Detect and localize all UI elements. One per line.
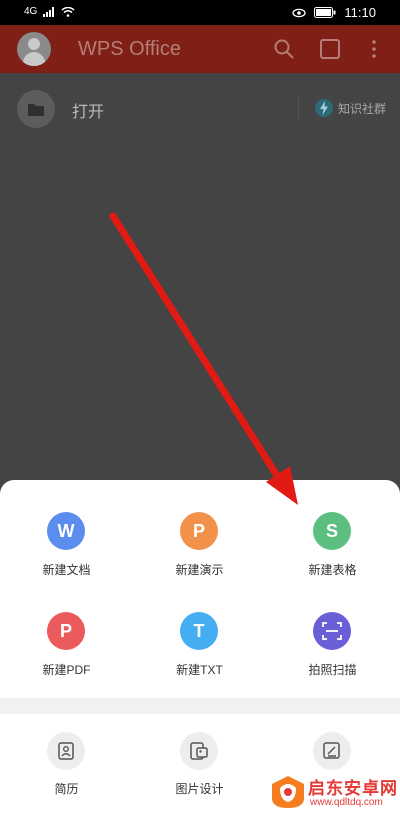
image-design-label: 图片设计 (175, 782, 224, 796)
status-bar: 4G 11:10 (0, 0, 400, 25)
status-right: 11:10 (292, 5, 376, 20)
folder-icon (17, 90, 55, 128)
spreadsheet-icon: S (313, 512, 351, 550)
watermark: 启东安卓网 www.qdltdq.com (270, 770, 400, 816)
new-txt-button[interactable]: T 新建TXT (133, 580, 266, 680)
network-type: 4G (24, 6, 38, 17)
select-icon[interactable] (318, 37, 342, 61)
new-file-sheet: W 新建文档 P 新建演示 S 新建表格 P 新建PDF T 新建TXT 拍照扫… (0, 480, 400, 816)
new-file-grid: W 新建文档 P 新建演示 S 新建表格 P 新建PDF T 新建TXT 拍照扫… (0, 480, 400, 698)
resume-button[interactable]: 简历 (0, 714, 133, 814)
watermark-logo-icon (272, 776, 304, 808)
resume-icon (47, 732, 85, 770)
edit-document-icon (313, 732, 351, 770)
eye-icon (292, 8, 307, 17)
divider (0, 698, 400, 714)
watermark-title: 启东安卓网 (308, 779, 398, 798)
image-design-button[interactable]: 图片设计 (133, 714, 266, 814)
battery-icon (314, 7, 336, 18)
new-pdf-label: 新建PDF (42, 663, 91, 677)
new-presentation-button[interactable]: P 新建演示 (133, 480, 266, 580)
pdf-icon: P (47, 612, 85, 650)
new-document-label: 新建文档 (42, 563, 91, 577)
knowledge-community-button[interactable]: 知识社群 (297, 94, 386, 122)
new-txt-label: 新建TXT (176, 663, 223, 677)
watermark-url: www.qdltdq.com (310, 797, 383, 808)
new-spreadsheet-label: 新建表格 (308, 563, 357, 577)
avatar[interactable] (17, 32, 51, 66)
dimmed-content (0, 73, 400, 480)
new-document-button[interactable]: W 新建文档 (0, 480, 133, 580)
knowledge-label: 知识社群 (337, 101, 386, 116)
photo-scan-label: 拍照扫描 (308, 663, 357, 677)
txt-icon: T (180, 612, 218, 650)
clock: 11:10 (344, 5, 376, 20)
more-icon[interactable] (362, 37, 386, 61)
word-icon: W (47, 512, 85, 550)
scan-icon (313, 612, 351, 650)
lightning-icon (314, 99, 333, 117)
new-spreadsheet-button[interactable]: S 新建表格 (266, 480, 399, 580)
app-bar: WPS Office (0, 25, 400, 73)
signal-indicators: 4G (24, 6, 75, 17)
open-row[interactable]: 打开 知识社群 (0, 85, 400, 131)
app-title: WPS Office (78, 38, 181, 60)
resume-label: 简历 (54, 782, 79, 796)
presentation-icon: P (180, 512, 218, 550)
new-presentation-label: 新建演示 (175, 563, 224, 577)
wifi-icon (61, 6, 75, 17)
photo-scan-button[interactable]: 拍照扫描 (266, 580, 399, 680)
new-pdf-button[interactable]: P 新建PDF (0, 580, 133, 680)
signal-icon (43, 6, 55, 17)
open-label: 打开 (72, 104, 105, 121)
search-icon[interactable] (272, 37, 296, 61)
image-design-icon (180, 732, 218, 770)
